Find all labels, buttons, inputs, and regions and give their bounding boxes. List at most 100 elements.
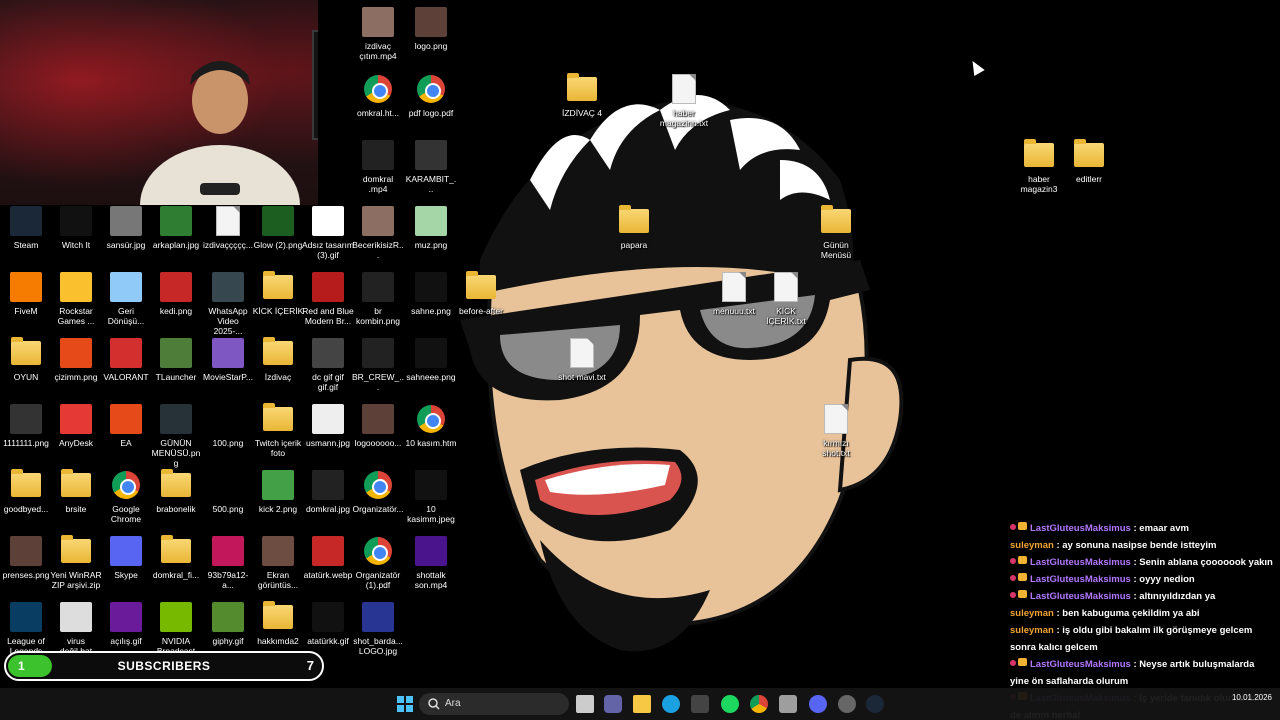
chat-username[interactable]: LastGluteusMaksimus: [1030, 591, 1131, 602]
desktop-icon[interactable]: giphy.gif: [202, 600, 254, 646]
desktop-icon[interactable]: GÜNÜN MENÜSÜ.png: [150, 402, 202, 468]
desktop-icon[interactable]: brsite: [50, 468, 102, 514]
desktop-icon[interactable]: Organizatör (1).pdf: [352, 534, 404, 590]
desktop-icon[interactable]: çizimm.png: [50, 336, 102, 382]
edge-icon[interactable]: [662, 695, 680, 713]
store-icon[interactable]: [691, 695, 709, 713]
desktop-icon[interactable]: papara: [608, 204, 660, 250]
desktop-icon[interactable]: kedi.png: [150, 270, 202, 316]
desktop-icon[interactable]: izdivaç çıtım.mp4: [352, 5, 404, 61]
desktop-icon[interactable]: atatürkk.gif: [302, 600, 354, 646]
desktop-icon[interactable]: muz.png: [405, 204, 457, 250]
desktop-icon[interactable]: açılış.gif: [100, 600, 152, 646]
desktop-icon[interactable]: br kombin.png: [352, 270, 404, 326]
desktop-icon[interactable]: kick 2.png: [252, 468, 304, 514]
desktop-icon[interactable]: haber magazinn.txt: [658, 72, 710, 128]
desktop-icon[interactable]: KARAMBIT_...: [405, 138, 457, 194]
desktop-icon[interactable]: shot_barda... LOGO.jpg: [352, 600, 404, 656]
desktop-icon[interactable]: Google Chrome: [100, 468, 152, 524]
desktop-icon[interactable]: OYUN: [0, 336, 52, 382]
desktop-icon[interactable]: League of Legends: [0, 600, 52, 656]
obs-icon[interactable]: [838, 695, 856, 713]
taskbar-search[interactable]: Ara: [419, 693, 569, 715]
desktop-icon[interactable]: 1111111.png: [0, 402, 52, 448]
desktop-icon[interactable]: Twitch içerik foto: [252, 402, 304, 458]
desktop-icon[interactable]: domkral .mp4: [352, 138, 404, 194]
chat-username[interactable]: LastGluteusMaksimus: [1030, 659, 1131, 670]
desktop-icon[interactable]: izdivaççççç...: [202, 204, 254, 250]
desktop-icon[interactable]: sahne.png: [405, 270, 457, 316]
desktop-icon[interactable]: domkral_fi...: [150, 534, 202, 580]
desktop-icon[interactable]: 500.png: [202, 468, 254, 514]
chat-username[interactable]: LastGluteusMaksimus: [1030, 523, 1131, 534]
desktop-icon[interactable]: brabonelik: [150, 468, 202, 514]
desktop-icon[interactable]: Red and Blue Modern Br...: [302, 270, 354, 326]
desktop-icon[interactable]: Steam: [0, 204, 52, 250]
desktop-icon[interactable]: hakkımda2: [252, 600, 304, 646]
desktop-icon[interactable]: logoooooo...: [352, 402, 404, 448]
desktop-icon[interactable]: editlerr: [1063, 138, 1115, 184]
desktop-icon[interactable]: İzdivaç: [252, 336, 304, 382]
chat-username[interactable]: LastGluteusMaksimus: [1030, 557, 1131, 568]
desktop-icon[interactable]: Organizatör...: [352, 468, 404, 514]
desktop-icon[interactable]: Skype: [100, 534, 152, 580]
chat-username[interactable]: LastGluteusMaksimus: [1030, 574, 1131, 585]
windows-start-icon[interactable]: [396, 695, 414, 713]
desktop-icon[interactable]: Witch It: [50, 204, 102, 250]
desktop-icon[interactable]: shottalk son.mp4: [405, 534, 457, 590]
desktop-icon[interactable]: haber magazin3: [1013, 138, 1065, 194]
desktop-icon[interactable]: WhatsApp Video 2025-...: [202, 270, 254, 336]
desktop-icon[interactable]: shot mavi.txt: [556, 336, 608, 382]
desktop-icon[interactable]: Glow (2).png: [252, 204, 304, 250]
chat-username[interactable]: suleyman: [1010, 625, 1054, 636]
desktop-icon[interactable]: FiveM: [0, 270, 52, 316]
desktop-icon[interactable]: AnyDesk: [50, 402, 102, 448]
desktop-icon[interactable]: sahneee.png: [405, 336, 457, 382]
desktop-icon[interactable]: dc gif gif gif.gif: [302, 336, 354, 392]
desktop-icon[interactable]: KİCK İÇERİK.txt: [760, 270, 812, 326]
desktop-icon[interactable]: Yeni WinRAR ZIP arşivi.zip: [50, 534, 102, 590]
desktop-icon[interactable]: before-after: [455, 270, 507, 316]
desktop-icon[interactable]: TLauncher: [150, 336, 202, 382]
desktop-icon[interactable]: VALORANT: [100, 336, 152, 382]
task-view-icon[interactable]: [576, 695, 594, 713]
desktop-icon[interactable]: Günün Menüsü: [810, 204, 862, 260]
desktop-icon[interactable]: logo.png: [405, 5, 457, 51]
desktop-icon[interactable]: 10 kasimm.jpeg: [405, 468, 457, 524]
desktop-icon[interactable]: 93b79a12-a...: [202, 534, 254, 590]
file-explorer-icon[interactable]: [633, 695, 651, 713]
desktop-icon[interactable]: arkaplan.jpg: [150, 204, 202, 250]
desktop-icon[interactable]: prenses.png: [0, 534, 52, 580]
desktop-icon[interactable]: Adsız tasarım (3).gif: [302, 204, 354, 260]
desktop-icon[interactable]: atatürk.webp: [302, 534, 354, 580]
desktop-icon[interactable]: Geri Dönüşü...: [100, 270, 152, 326]
desktop-icon[interactable]: virus değil.bat: [50, 600, 102, 656]
desktop-icon[interactable]: Ekran görüntüs...: [252, 534, 304, 590]
desktop-icon[interactable]: menuuu.txt: [708, 270, 760, 316]
desktop-icon[interactable]: BR_CREW_...: [352, 336, 404, 392]
desktop-icon[interactable]: BecerikisizR...: [352, 204, 404, 260]
chat-username[interactable]: suleyman: [1010, 540, 1054, 551]
desktop-icon[interactable]: domkral.jpg: [302, 468, 354, 514]
desktop-icon[interactable]: İZDİVAÇ 4: [556, 72, 608, 118]
chat-username[interactable]: suleyman: [1010, 608, 1054, 619]
desktop-icon[interactable]: EA: [100, 402, 152, 448]
desktop-icon[interactable]: pdf logo.pdf: [405, 72, 457, 118]
desktop-icon[interactable]: NVIDIA Broadcast: [150, 600, 202, 656]
discord-icon[interactable]: [809, 695, 827, 713]
desktop-icon[interactable]: MovieStarP...: [202, 336, 254, 382]
spotify-icon[interactable]: [721, 695, 739, 713]
app-settings-icon[interactable]: [779, 695, 797, 713]
desktop-icon[interactable]: kırmızı shot.txt: [810, 402, 862, 458]
chrome-taskbar-icon[interactable]: [750, 695, 768, 713]
steam-taskbar-icon[interactable]: [866, 695, 884, 713]
desktop-icon[interactable]: sansür.jpg: [100, 204, 152, 250]
desktop-icon[interactable]: 100.png: [202, 402, 254, 448]
desktop-icon[interactable]: goodbyed...: [0, 468, 52, 514]
desktop-icon[interactable]: omkral.ht...: [352, 72, 404, 118]
desktop-icon[interactable]: KİCK İÇERİK: [252, 270, 304, 316]
teams-icon[interactable]: [604, 695, 622, 713]
desktop-icon[interactable]: Rockstar Games ...: [50, 270, 102, 326]
desktop-icon[interactable]: usmann.jpg: [302, 402, 354, 448]
desktop-icon[interactable]: 10 kasım.htm: [405, 402, 457, 448]
